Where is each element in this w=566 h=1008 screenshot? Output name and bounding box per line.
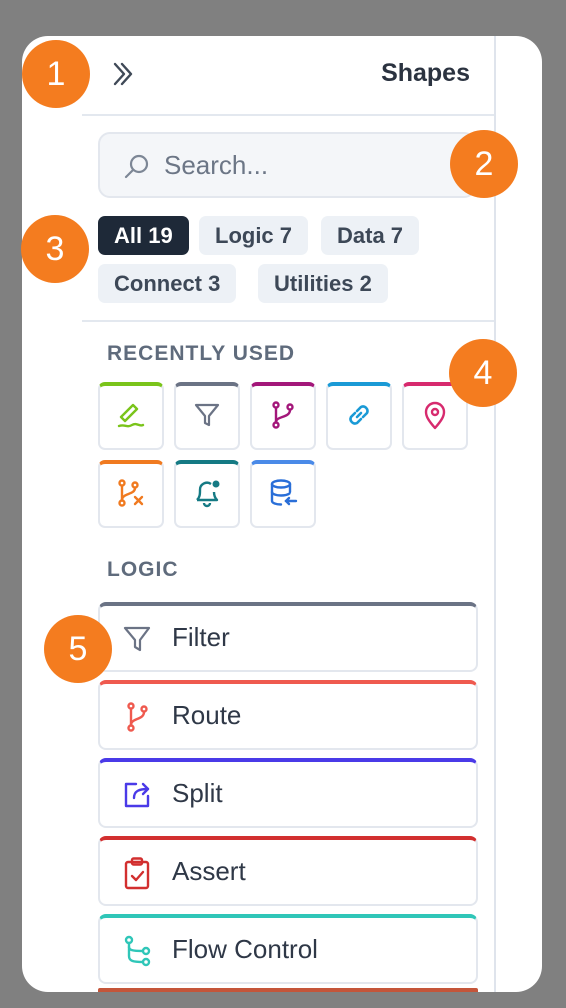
- panel-header: Shapes: [82, 36, 494, 116]
- filter-chip-logic[interactable]: Logic 7: [199, 216, 309, 255]
- shape-item-filter[interactable]: Filter: [98, 602, 478, 672]
- shape-item-route[interactable]: Route: [98, 680, 478, 750]
- callout-badge-2: 2: [450, 130, 518, 198]
- link-icon: [349, 405, 369, 425]
- git-branch-icon: [272, 401, 294, 429]
- bell-alert-icon: [196, 480, 220, 508]
- shape-item-label: Filter: [172, 622, 230, 652]
- search-input[interactable]: Search...: [98, 132, 476, 198]
- flow-control-icon: [124, 935, 151, 967]
- shape-item-label: Split: [172, 778, 223, 808]
- split-share-icon: [124, 782, 150, 808]
- filter-chip-connect[interactable]: Connect 3: [98, 264, 237, 303]
- clipboard-check-icon: [124, 857, 150, 890]
- search-icon: [124, 154, 149, 179]
- filter-chip-utilities[interactable]: Utilities 2: [258, 264, 388, 303]
- map-pin-icon: [424, 401, 446, 430]
- search-placeholder: Search...: [164, 150, 269, 180]
- recent-tile-signature[interactable]: [98, 382, 164, 450]
- shape-item-assert[interactable]: Assert: [98, 836, 478, 906]
- callout-badge-5: 5: [44, 615, 112, 683]
- shapes-panel: Shapes Search... All 19 Logic 7 Data 7 C…: [82, 36, 496, 992]
- recent-tile-filter[interactable]: [174, 382, 240, 450]
- filter-icon: [123, 626, 151, 652]
- section-heading-recent: RECENTLY USED: [107, 342, 296, 365]
- panel-title: Shapes: [381, 59, 470, 87]
- shape-item-label: Assert: [172, 856, 246, 886]
- filter-chip-data[interactable]: Data 7: [321, 216, 420, 255]
- next-shape-item-edge: [98, 988, 478, 992]
- callout-badge-1: 1: [22, 40, 90, 108]
- filter-chip-all[interactable]: All 19: [98, 216, 189, 255]
- chevrons-right-icon: [113, 62, 133, 86]
- signature-icon: [117, 403, 145, 428]
- expand-chevron-button[interactable]: [110, 60, 136, 88]
- recent-tile-link[interactable]: [326, 382, 392, 450]
- callout-badge-4: 4: [449, 339, 517, 407]
- shape-item-label: Flow Control: [172, 934, 318, 964]
- section-heading-logic: LOGIC: [107, 558, 179, 581]
- shape-item-split[interactable]: Split: [98, 758, 478, 828]
- shape-item-label: Route: [172, 700, 242, 730]
- recent-tile-branch-cancel[interactable]: [98, 460, 164, 528]
- database-import-icon: [270, 479, 298, 506]
- recent-tile-database[interactable]: [250, 460, 316, 528]
- recent-tile-route[interactable]: [250, 382, 316, 450]
- recent-tile-alert[interactable]: [174, 460, 240, 528]
- git-branch-icon: [127, 702, 148, 732]
- callout-badge-3: 3: [21, 215, 89, 283]
- shape-item-flow-control[interactable]: Flow Control: [98, 914, 478, 984]
- panel-divider: [82, 320, 494, 322]
- git-branch-x-icon: [118, 479, 144, 507]
- filter-icon: [194, 403, 220, 427]
